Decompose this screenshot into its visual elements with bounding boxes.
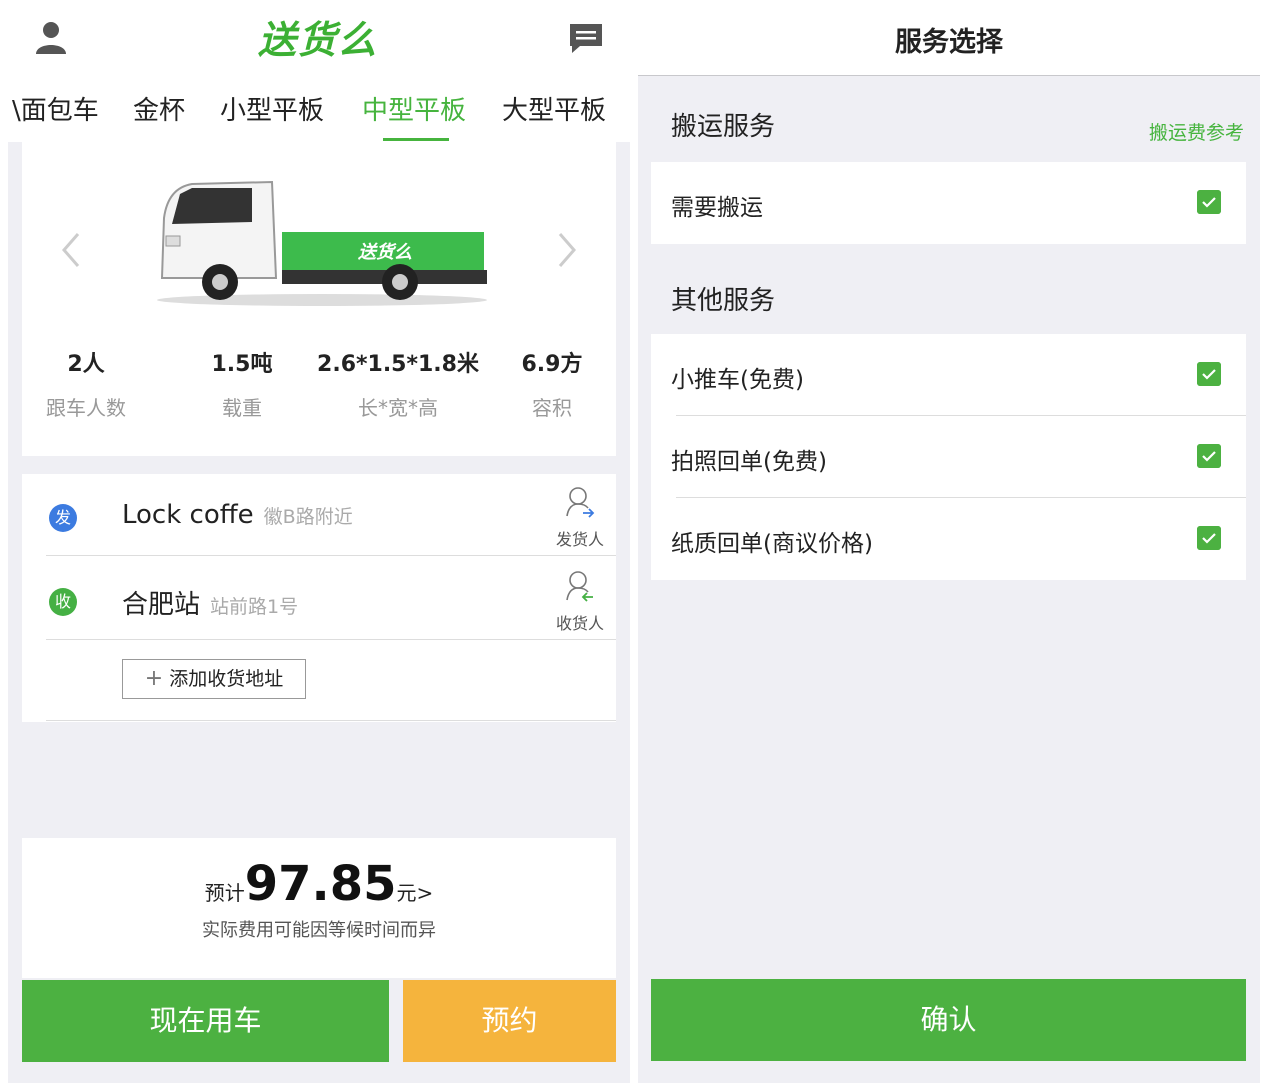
user-profile-icon[interactable] xyxy=(34,20,68,56)
section-title: 其他服务 xyxy=(671,286,776,316)
reserve-button[interactable]: 预约 xyxy=(403,980,616,1062)
spec-dimensions: 2.6*1.5*1.8米 长*宽*高 xyxy=(308,346,488,421)
spec-label: 容积 xyxy=(532,396,572,420)
truck-logo-text: 送货么 xyxy=(357,242,412,263)
sender-sub: 徽B路附近 xyxy=(263,506,353,528)
spec-label: 跟车人数 xyxy=(46,396,126,420)
option-cart[interactable]: 小推车(免费) xyxy=(651,334,1246,416)
divider xyxy=(46,720,616,721)
section-title: 搬运服务 xyxy=(671,112,776,142)
booking-content: 送货么 2人 跟车人数 1.5吨 载重 2.6*1.5*1.8米 长*宽*高 6… xyxy=(8,142,630,1083)
service-selection-screen: 服务选择 搬运服务 搬运费参考 需要搬运 其他服务 小推车(免费) 拍照回单(免… xyxy=(638,0,1260,1083)
price-estimate[interactable]: 预计97.85元> xyxy=(22,856,616,912)
other-service-section-header: 其他服务 xyxy=(651,254,1246,336)
option-label: 需要搬运 xyxy=(671,195,763,221)
checkbox-checked-icon[interactable] xyxy=(1197,526,1221,550)
chevron-right-icon[interactable] xyxy=(552,230,582,270)
sender-person-icon xyxy=(566,487,595,518)
receiver-contact-label: 收货人 xyxy=(555,614,604,633)
sender-contact-button[interactable]: 发货人 xyxy=(550,486,610,550)
price-suffix: 元> xyxy=(396,881,434,905)
price-note: 实际费用可能因等候时间而异 xyxy=(202,920,436,941)
moving-fee-reference-link[interactable]: 搬运费参考 xyxy=(1149,118,1244,145)
app-header: 送货么 xyxy=(0,0,630,78)
option-paper-receipt[interactable]: 纸质回单(商议价格) xyxy=(651,498,1246,580)
app-logo: 送货么 xyxy=(257,18,378,62)
service-header: 服务选择 xyxy=(638,0,1260,76)
spec-label: 载重 xyxy=(222,396,262,420)
vehicle-card: 送货么 2人 跟车人数 1.5吨 载重 2.6*1.5*1.8米 长*宽*高 6… xyxy=(22,142,616,456)
option-label: 拍照回单(免费) xyxy=(671,449,827,475)
add-address-button[interactable]: + 添加收货地址 xyxy=(122,659,306,699)
checkbox-checked-icon[interactable] xyxy=(1197,362,1221,386)
sender-contact-label: 发货人 xyxy=(555,530,604,549)
address-card: 发 Lock coffe 徽B路附近 发货人 收 合肥站 站前路1号 收货人 +… xyxy=(22,474,616,722)
receiver-person-icon xyxy=(566,571,593,602)
use-now-button[interactable]: 现在用车 xyxy=(22,980,389,1062)
spec-volume: 6.9方 容积 xyxy=(482,346,622,421)
chevron-left-icon[interactable] xyxy=(56,230,86,270)
receiver-address[interactable]: 合肥站 站前路1号 xyxy=(122,584,298,621)
price-prefix: 预计 xyxy=(204,881,245,905)
vehicle-type-tabs: \面包车 金杯 小型平板 中型平板 大型平板 xyxy=(0,82,630,140)
sender-name: Lock coffe xyxy=(122,500,254,530)
price-card[interactable]: 预计97.85元> 实际费用可能因等候时间而异 xyxy=(22,838,616,978)
spec-value: 1.5吨 xyxy=(211,352,273,377)
spec-value: 2.6*1.5*1.8米 xyxy=(317,352,479,377)
divider xyxy=(46,639,616,640)
add-address-label: 添加收货地址 xyxy=(169,668,284,690)
active-tab-indicator xyxy=(383,138,449,141)
sender-badge: 发 xyxy=(49,504,77,532)
checkbox-checked-icon[interactable] xyxy=(1197,190,1221,214)
checkbox-checked-icon[interactable] xyxy=(1197,444,1221,468)
spec-label: 长*宽*高 xyxy=(358,396,438,420)
divider xyxy=(46,555,616,556)
price-value: 97.85 xyxy=(244,856,397,912)
tab-medium-flatbed[interactable]: 中型平板 xyxy=(362,90,466,127)
page-title: 服务选择 xyxy=(895,27,1003,58)
plus-icon: + xyxy=(144,666,164,691)
receiver-badge: 收 xyxy=(49,588,77,616)
tab-jinbei[interactable]: 金杯 xyxy=(133,90,185,127)
spec-value: 6.9方 xyxy=(521,352,583,377)
confirm-button[interactable]: 确认 xyxy=(651,979,1246,1061)
truck-image: 送货么 xyxy=(157,180,487,306)
option-label: 小推车(免费) xyxy=(671,367,804,393)
option-photo-receipt[interactable]: 拍照回单(免费) xyxy=(651,416,1246,498)
tab-large-flatbed[interactable]: 大型平板 xyxy=(502,90,606,127)
spec-passengers: 2人 跟车人数 xyxy=(16,346,156,421)
sender-address[interactable]: Lock coffe 徽B路附近 xyxy=(122,500,353,530)
option-label: 纸质回单(商议价格) xyxy=(671,531,873,557)
tab-small-flatbed[interactable]: 小型平板 xyxy=(220,90,324,127)
booking-screen: 送货么 \面包车 金杯 小型平板 中型平板 大型平板 送货么 2人 跟车人数 1… xyxy=(0,0,630,1083)
receiver-address-row[interactable]: 收 合肥站 站前路1号 收货人 xyxy=(22,558,616,640)
option-need-moving[interactable]: 需要搬运 xyxy=(651,162,1246,244)
message-icon[interactable] xyxy=(568,22,604,54)
receiver-name: 合肥站 xyxy=(122,590,201,620)
spec-load: 1.5吨 载重 xyxy=(172,346,312,421)
receiver-sub: 站前路1号 xyxy=(210,596,299,618)
sender-address-row[interactable]: 发 Lock coffe 徽B路附近 发货人 xyxy=(22,474,616,556)
spec-value: 2人 xyxy=(67,352,105,377)
receiver-contact-button[interactable]: 收货人 xyxy=(550,570,610,634)
tab-van[interactable]: \面包车 xyxy=(12,90,99,127)
moving-service-section-header: 搬运服务 搬运费参考 xyxy=(651,80,1246,162)
